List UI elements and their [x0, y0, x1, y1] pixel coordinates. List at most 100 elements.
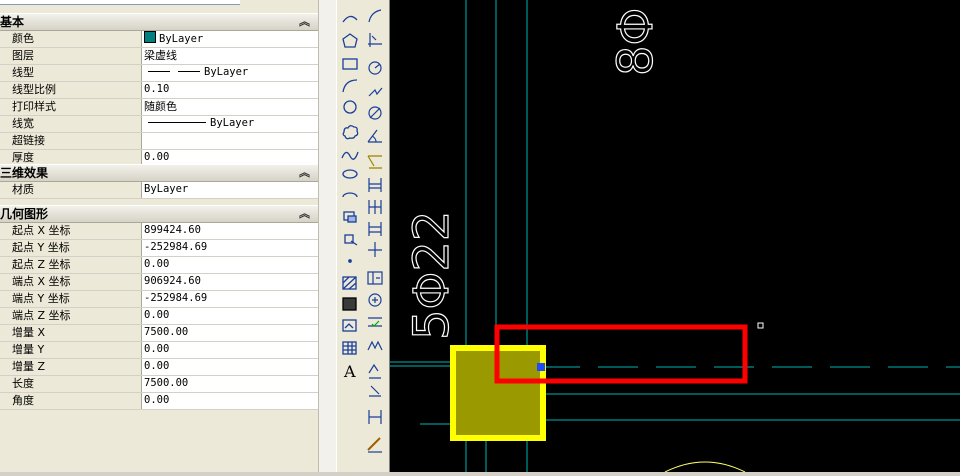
revcloud-icon[interactable] [342, 125, 359, 140]
property-row-delta-x[interactable]: 增量 X 7500.00 [0, 325, 318, 342]
dim-angular-icon[interactable] [367, 129, 382, 143]
property-key: 线型 [0, 65, 142, 81]
property-row-layer[interactable]: 图层 梁虚线 [0, 48, 318, 65]
dim-radius-icon[interactable] [368, 61, 382, 75]
ellipse-icon[interactable] [342, 169, 358, 179]
collapse-icon[interactable]: ︽ [299, 206, 310, 222]
property-key: 增量 Y [0, 342, 142, 358]
section-header-3d[interactable]: 三维效果 ︽ [0, 164, 318, 182]
property-key: 长度 [0, 376, 142, 392]
dim-jogged-icon[interactable] [368, 87, 383, 97]
property-row-hyperlink[interactable]: 超链接 [0, 133, 318, 150]
gradient-icon[interactable] [342, 297, 357, 311]
polygon-icon[interactable] [342, 33, 358, 48]
bottom-arc [664, 461, 746, 473]
palette-scrollbar[interactable] [318, 0, 336, 472]
collapse-icon[interactable]: ︽ [299, 165, 310, 181]
cursor-pickbox-icon [757, 322, 764, 329]
property-row-linetype[interactable]: 线型 ByLayer [0, 65, 318, 82]
property-value: 7500.00 [142, 376, 318, 392]
spline-icon[interactable] [341, 151, 359, 160]
insert-block-icon[interactable] [343, 211, 357, 223]
arc-icon[interactable] [342, 15, 358, 23]
property-row-ltscale[interactable]: 线型比例 0.10 [0, 82, 318, 99]
property-value: ByLayer [159, 33, 204, 45]
property-key: 角度 [0, 393, 142, 409]
property-key: 图层 [0, 48, 142, 64]
section-header-geometry[interactable]: 几何图形 ︽ [0, 205, 318, 223]
draw-toolbar-icons: A [341, 15, 359, 381]
rebar-label-top: 8Φ [608, 8, 664, 76]
dim-baseline-icon[interactable] [368, 178, 382, 192]
property-row-start-y[interactable]: 起点 Y 坐标 -252984.69 [0, 240, 318, 257]
circle-icon[interactable] [343, 100, 357, 114]
linetype-preview-icon [178, 71, 200, 72]
section-geometry: 几何图形 ︽ 起点 X 坐标 899424.60 起点 Y 坐标 -252984.6… [0, 205, 318, 410]
dim-style-icon[interactable] [367, 437, 382, 453]
dim-space-icon[interactable] [368, 222, 382, 236]
linetype-preview-icon [148, 71, 170, 72]
hatch-icon[interactable] [342, 276, 357, 290]
rebar-label-left: 5Φ22 [404, 211, 460, 340]
property-row-length[interactable]: 长度 7500.00 [0, 376, 318, 393]
section-header-general[interactable]: 基本 ︽ [0, 13, 318, 31]
property-key: 端点 Y 坐标 [0, 291, 142, 307]
property-value: 0.10 [142, 82, 318, 98]
grip-handle[interactable] [537, 363, 545, 371]
section-title: 三维效果 [0, 166, 49, 180]
collapse-icon[interactable]: ︽ [299, 14, 310, 30]
property-row-start-x[interactable]: 起点 X 坐标 899424.60 [0, 223, 318, 240]
property-row-color[interactable]: 颜色 ByLayer [0, 31, 318, 48]
jogged-linear-icon[interactable] [367, 340, 383, 351]
property-row-lineweight[interactable]: 线宽 ByLayer [0, 116, 318, 133]
dim-break-icon[interactable] [368, 242, 382, 257]
quick-dim-icon[interactable] [367, 155, 382, 169]
property-value: 0.00 [142, 257, 318, 273]
property-key: 端点 X 坐标 [0, 274, 142, 290]
dim-edit-icon[interactable] [368, 363, 381, 379]
dim-diameter-icon[interactable] [368, 106, 382, 120]
point-icon[interactable] [348, 259, 352, 263]
property-value: ByLayer [204, 66, 249, 78]
section-3d: 三维效果 ︽ 材质 ByLayer [0, 164, 318, 199]
property-value: 0.00 [142, 393, 318, 409]
table-icon[interactable] [342, 341, 357, 355]
property-row-angle[interactable]: 角度 0.00 [0, 393, 318, 410]
selection-dropdown[interactable] [0, 0, 240, 5]
property-row-end-x[interactable]: 端点 X 坐标 906924.60 [0, 274, 318, 291]
property-value: 7500.00 [142, 325, 318, 341]
drawing-viewport[interactable]: 5Φ22 8Φ [390, 0, 960, 473]
tolerance-icon[interactable] [367, 271, 383, 285]
drawing-canvas[interactable]: 5Φ22 8Φ [390, 0, 960, 473]
mtext-icon[interactable]: A [343, 362, 356, 381]
property-row-material[interactable]: 材质 ByLayer [0, 182, 318, 199]
make-block-icon[interactable] [344, 234, 358, 246]
arc2-icon[interactable] [342, 79, 358, 93]
inspection-icon[interactable] [368, 317, 382, 327]
property-row-plotstyle[interactable]: 打印样式 随颜色 [0, 99, 318, 116]
property-row-start-z[interactable]: 起点 Z 坐标 0.00 [0, 257, 318, 274]
property-key: 端点 Z 坐标 [0, 308, 142, 324]
dim-text-edit-icon[interactable] [369, 385, 381, 397]
property-value: -252984.69 [142, 291, 318, 307]
lineweight-preview-icon [148, 122, 206, 123]
ellipse-arc-icon[interactable] [342, 192, 358, 198]
property-value: ByLayer [210, 117, 255, 129]
property-row-delta-z[interactable]: 增量 Z 0.00 [0, 359, 318, 376]
property-key: 增量 X [0, 325, 142, 341]
rectangle-icon[interactable] [342, 58, 358, 70]
property-row-end-y[interactable]: 端点 Y 坐标 -252984.69 [0, 291, 318, 308]
dim-ordinate-icon[interactable] [368, 33, 382, 47]
property-row-delta-y[interactable]: 增量 Y 0.00 [0, 342, 318, 359]
properties-palette: 基本 ︽ 颜色 ByLayer 图层 梁虚线 线型 ByLayer 线型比例 0.10 … [0, 0, 335, 472]
dim-arc-icon[interactable] [368, 9, 382, 23]
property-key: 打印样式 [0, 99, 142, 115]
property-value: -252984.69 [142, 240, 318, 256]
region-icon[interactable] [342, 319, 357, 332]
dim-update-icon[interactable] [368, 410, 382, 424]
draw-toolbar: A [336, 0, 364, 472]
color-swatch-icon [144, 31, 156, 43]
property-row-end-z[interactable]: 端点 Z 坐标 0.00 [0, 308, 318, 325]
dim-continue-icon[interactable] [368, 200, 382, 214]
center-mark-icon[interactable] [368, 293, 382, 307]
